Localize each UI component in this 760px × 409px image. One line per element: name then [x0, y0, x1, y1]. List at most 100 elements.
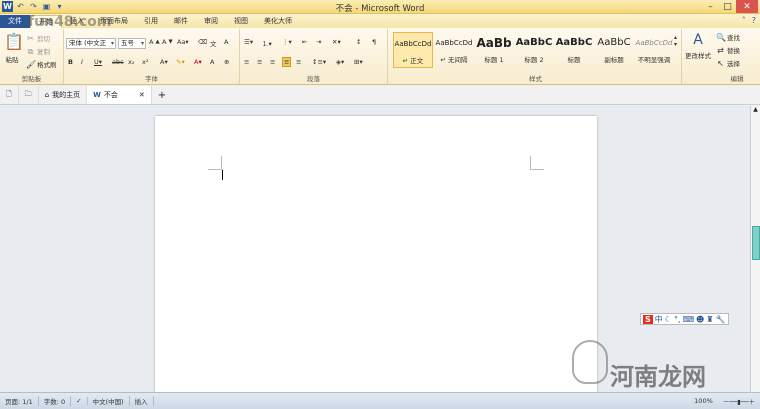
align-left-button[interactable]: ≡ — [244, 58, 249, 66]
scrollbar-thumb[interactable] — [752, 226, 760, 260]
scroll-up-icon[interactable]: ▲ — [751, 106, 760, 113]
multilevel-list-button[interactable]: ⋮▾ — [282, 38, 292, 46]
minimize-ribbon-icon[interactable]: ˄ — [742, 16, 746, 25]
phonetic-guide-button[interactable]: 文 — [210, 38, 217, 48]
help-icon[interactable]: ? — [752, 16, 756, 25]
show-marks-button[interactable]: ¶ — [372, 38, 376, 46]
copy-label: 复制 — [37, 48, 50, 56]
shrink-font-button[interactable]: A ▼ — [162, 38, 173, 46]
style-title[interactable]: AaBbC 标题 — [554, 32, 594, 68]
replace-button[interactable]: ⇄ 替换 — [716, 45, 740, 56]
word-count[interactable]: 字数: 0 — [39, 396, 72, 406]
paste-icon: 📋 — [4, 32, 24, 51]
line-spacing-button[interactable]: ↕≡▾ — [312, 58, 326, 66]
char-border-button[interactable]: A — [224, 38, 228, 46]
punctuation-icon[interactable]: °, — [674, 315, 681, 324]
chinese-layout-button[interactable]: ✕▾ — [332, 38, 341, 46]
moon-icon[interactable]: ☾ — [665, 315, 672, 324]
open-folder-button[interactable]: 🗀 — [19, 86, 39, 104]
style-subtitle[interactable]: AaBbC 副标题 — [594, 32, 634, 68]
enclose-char-button[interactable]: ⊕ — [224, 58, 229, 66]
bullets-button[interactable]: ☰▾ — [244, 38, 253, 46]
close-icon[interactable]: ✕ — [736, 0, 758, 13]
clipboard-group-label: 剪贴板 — [21, 75, 42, 83]
page-count[interactable]: 页面: 1/1 — [0, 396, 39, 406]
cut-button[interactable]: ✂ 剪切 — [26, 33, 50, 44]
replace-icon: ⇄ — [717, 45, 724, 55]
distributed-button[interactable]: ≡ — [296, 58, 301, 66]
tab-references[interactable]: 引用 — [136, 15, 166, 28]
ime-toolbar[interactable]: S 中 ☾ °, ⌨ ☻ ♜ 🔧 — [640, 313, 729, 325]
decrease-indent-button[interactable]: ⇤ — [302, 38, 307, 46]
change-styles-button[interactable]: A 更改样式 — [684, 32, 712, 60]
style-sample: AaBbC — [555, 37, 593, 48]
style-sample: AaBbC — [597, 37, 631, 48]
zoom-slider[interactable]: －──▮──＋ — [718, 396, 760, 406]
style-heading-1[interactable]: AaBb 标题 1 — [474, 32, 514, 68]
zoom-level[interactable]: 100% — [689, 397, 718, 405]
borders-button[interactable]: ⊞▾ — [354, 58, 363, 66]
tab-mailings[interactable]: 邮件 — [166, 15, 196, 28]
doc-tab-current[interactable]: W 不会 ✕ — [87, 86, 152, 104]
copy-button[interactable]: ⧉ 复制 — [26, 46, 50, 57]
style-name: ↵ 无间隔 — [440, 56, 468, 64]
bold-button[interactable]: B — [68, 58, 73, 66]
font-name-combo[interactable]: 宋体 (中文正 — [66, 38, 116, 49]
style-sample: AaBbCcDd — [435, 39, 473, 47]
char-shading-button[interactable]: A — [210, 58, 214, 66]
ribbon-right-controls: ˄ ? — [742, 16, 756, 25]
paste-button[interactable]: 📋 粘贴 — [3, 32, 24, 64]
tab-file[interactable]: 文件 — [0, 15, 30, 28]
font-size-combo[interactable]: 五号 — [118, 38, 146, 49]
margin-corner-mark — [530, 169, 544, 170]
find-button[interactable]: 🔍 查找 — [716, 32, 740, 43]
maximize-icon[interactable]: □ — [719, 0, 736, 13]
style-no-spacing[interactable]: AaBbCcDd ↵ 无间隔 — [434, 32, 474, 68]
style-subtle-emphasis[interactable]: AaBbCcDd 不明显强调 — [634, 32, 674, 68]
doc-tab-home[interactable]: ⌂ 我的主页 — [39, 86, 88, 104]
close-tab-icon[interactable]: ✕ — [139, 91, 145, 99]
style-heading-2[interactable]: AaBbC 标题 2 — [514, 32, 554, 68]
strikethrough-button[interactable]: abc — [112, 58, 124, 66]
chinese-mode-icon[interactable]: 中 — [655, 314, 663, 325]
align-center-button[interactable]: ≡ — [257, 58, 262, 66]
user-icon[interactable]: ☻ — [696, 315, 704, 324]
editing-group: 🔍 查找 ⇄ 替换 ↖ 选择 编辑 — [714, 29, 760, 84]
insert-mode[interactable]: 插入 — [130, 396, 154, 406]
font-color-button[interactable]: A▾ — [194, 58, 202, 66]
title-bar: W ↶ ↷ ▣ ▾ 不会 - Microsoft Word – □ ✕ — [0, 0, 760, 14]
align-right-button[interactable]: ≡ — [270, 58, 275, 66]
select-button[interactable]: ↖ 选择 — [716, 58, 740, 69]
new-doc-button[interactable]: 🗋 — [0, 86, 19, 104]
increase-indent-button[interactable]: ⇥ — [316, 38, 321, 46]
shading-button[interactable]: ◈▾ — [336, 58, 344, 66]
tab-beautify[interactable]: 美化大师 — [256, 15, 300, 28]
skin-icon[interactable]: ♜ — [706, 315, 713, 324]
minimize-icon[interactable]: – — [702, 0, 719, 13]
italic-button[interactable]: I — [81, 58, 83, 66]
keyboard-icon[interactable]: ⌨ — [682, 315, 694, 324]
underline-button[interactable]: U▾ — [94, 58, 102, 66]
wrench-icon[interactable]: 🔧 — [716, 315, 726, 324]
add-tab-icon[interactable]: + — [152, 86, 172, 104]
superscript-button[interactable]: x² — [142, 58, 148, 66]
clear-format-button[interactable]: ⌫ — [198, 38, 207, 46]
proofing-icon[interactable]: ✓ — [71, 397, 88, 405]
highlight-icon[interactable]: ✎▾ — [176, 58, 185, 66]
change-case-button[interactable]: Aa▾ — [177, 38, 189, 46]
sort-button[interactable]: ↕ — [356, 38, 361, 46]
copy-icon: ⧉ — [27, 46, 34, 56]
subscript-button[interactable]: x₂ — [128, 58, 134, 66]
format-painter-button[interactable]: 🖌 格式刷 — [26, 59, 57, 70]
text-effects-button[interactable]: A▾ — [160, 58, 168, 66]
tab-review[interactable]: 审阅 — [196, 15, 226, 28]
justify-button[interactable]: ≡ — [282, 57, 292, 67]
language-indicator[interactable]: 中文(中国) — [88, 396, 130, 406]
vertical-scrollbar[interactable]: ▲ — [750, 106, 760, 392]
font-group: 宋体 (中文正 五号 A▲ A▼ Aa▾ ⌫ 文 A B I U▾ abc x₂… — [64, 29, 240, 84]
grow-font-button[interactable]: A ▲ — [149, 38, 160, 46]
tab-view[interactable]: 视图 — [226, 15, 256, 28]
style-normal[interactable]: AaBbCcDd ↵ 正文 — [393, 32, 433, 68]
styles-scroll[interactable]: ▴ ▾ — [674, 34, 677, 48]
numbering-button[interactable]: ⒈▾ — [262, 38, 272, 48]
